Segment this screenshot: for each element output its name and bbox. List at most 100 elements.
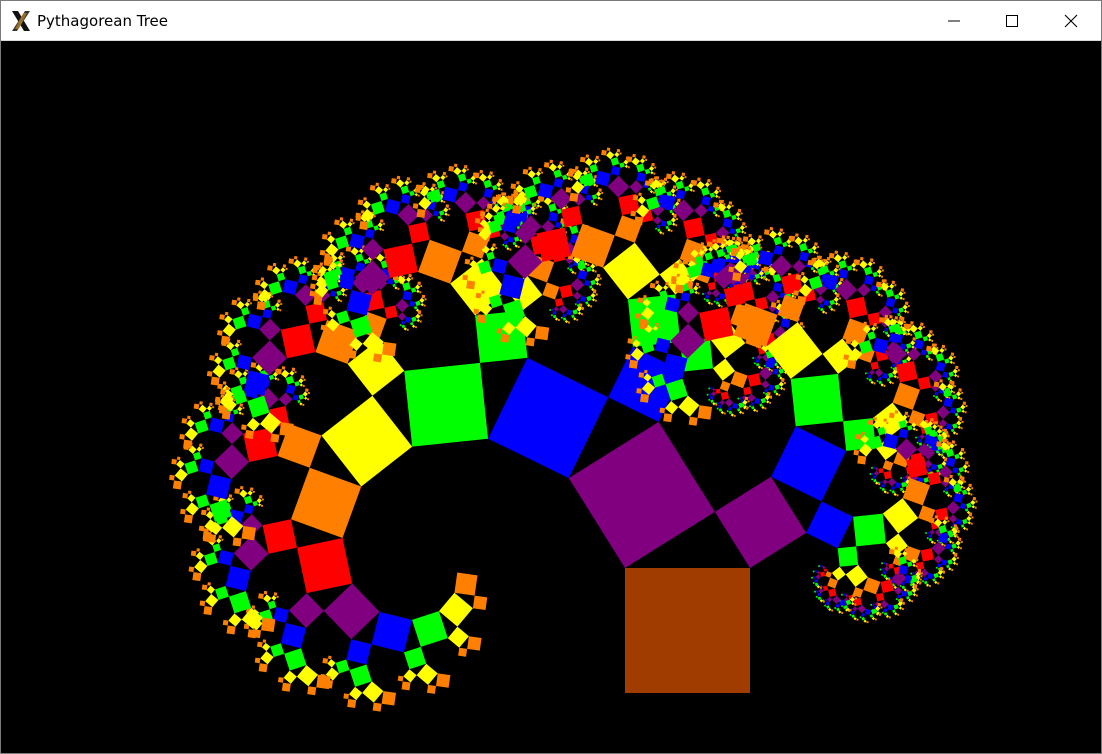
minimize-button[interactable] <box>925 1 983 40</box>
tree-square <box>221 422 244 445</box>
tree-square <box>241 413 244 416</box>
tree-square <box>298 378 304 384</box>
tree-square <box>761 380 770 389</box>
tree-square <box>728 266 734 273</box>
tree-square <box>937 563 942 568</box>
tree-square <box>898 606 903 610</box>
tree-square <box>958 417 963 421</box>
tree-square <box>489 246 496 252</box>
tree-square <box>820 564 823 568</box>
tree-square <box>180 508 186 515</box>
tree-square <box>182 492 188 499</box>
tree-square <box>891 490 895 494</box>
tree-square <box>812 570 815 573</box>
tree-square <box>437 215 442 220</box>
tree-square <box>816 570 820 575</box>
tree-square <box>956 420 962 426</box>
tree-square <box>282 264 287 268</box>
tree-square <box>799 251 809 262</box>
tree-square <box>257 503 262 507</box>
tree-square <box>432 170 437 174</box>
tree-square <box>579 156 586 163</box>
tree-square <box>299 383 303 387</box>
tree-square <box>763 271 767 274</box>
tree-square <box>402 290 413 301</box>
tree-square <box>221 410 231 420</box>
tree-square <box>930 417 934 422</box>
tree-square <box>957 369 961 372</box>
tree-square <box>244 430 254 440</box>
tree-square <box>267 265 273 271</box>
tree-square <box>247 490 253 496</box>
tree-square <box>581 306 584 310</box>
tree-square <box>650 171 654 175</box>
tree-square <box>424 298 427 301</box>
tree-square <box>379 219 384 223</box>
tree-square <box>675 180 685 190</box>
tree-square <box>904 323 911 330</box>
tree-square <box>671 278 677 285</box>
tree-square <box>672 185 677 189</box>
tree-square <box>735 227 742 234</box>
tree-square <box>592 202 596 206</box>
tree-square <box>942 371 949 378</box>
tree-square <box>949 407 957 414</box>
tree-square <box>408 273 412 278</box>
tree-square <box>888 372 894 379</box>
tree-square <box>198 458 215 475</box>
tree-square <box>381 228 385 232</box>
tree-square <box>601 149 607 156</box>
tree-square <box>872 603 875 606</box>
tree-square <box>207 582 211 586</box>
tree-square <box>874 618 877 621</box>
close-button[interactable] <box>1042 1 1100 40</box>
tree-square <box>926 537 929 540</box>
tree-square <box>924 531 928 535</box>
tree-square <box>267 600 277 610</box>
tree-square <box>371 611 413 653</box>
tree-square <box>655 280 659 285</box>
tree-square <box>352 222 355 225</box>
tree-square <box>233 399 236 402</box>
tree-square <box>319 262 324 266</box>
tree-square <box>889 489 892 492</box>
tree-square <box>965 404 968 408</box>
tree-square <box>904 547 908 552</box>
tree-square <box>901 590 908 597</box>
tree-square <box>870 326 877 332</box>
tree-square <box>277 299 281 303</box>
tree-square <box>401 320 406 325</box>
tree-square <box>642 155 646 159</box>
tree-square <box>945 491 949 495</box>
maximize-button[interactable] <box>983 1 1041 40</box>
tree-square <box>906 589 909 592</box>
tree-square <box>905 333 908 336</box>
tree-square <box>962 518 968 525</box>
tree-square <box>941 344 946 349</box>
tree-square <box>283 670 297 684</box>
tree-square <box>864 372 867 375</box>
tree-square <box>229 369 235 375</box>
tree-square <box>585 301 589 305</box>
tree-square <box>557 164 563 170</box>
tree-square <box>770 302 777 308</box>
tree-square <box>594 270 597 273</box>
tree-square <box>960 524 965 528</box>
tree-square <box>403 669 417 683</box>
tree-square <box>372 702 382 712</box>
tree-square <box>774 384 781 390</box>
tree-square <box>548 163 558 172</box>
tree-square <box>863 577 881 595</box>
tree-square <box>595 184 599 187</box>
tree-square <box>199 401 203 405</box>
tree-square <box>813 257 817 261</box>
tree-square <box>577 270 588 280</box>
tree-square <box>339 259 343 263</box>
tree-square <box>416 318 420 323</box>
tree-square <box>193 403 200 410</box>
tree-square <box>927 531 930 535</box>
tree-square <box>409 300 416 307</box>
title-bar[interactable]: Pythagorean Tree <box>1 1 1101 41</box>
tree-square <box>910 340 916 346</box>
tree-square <box>948 371 954 377</box>
